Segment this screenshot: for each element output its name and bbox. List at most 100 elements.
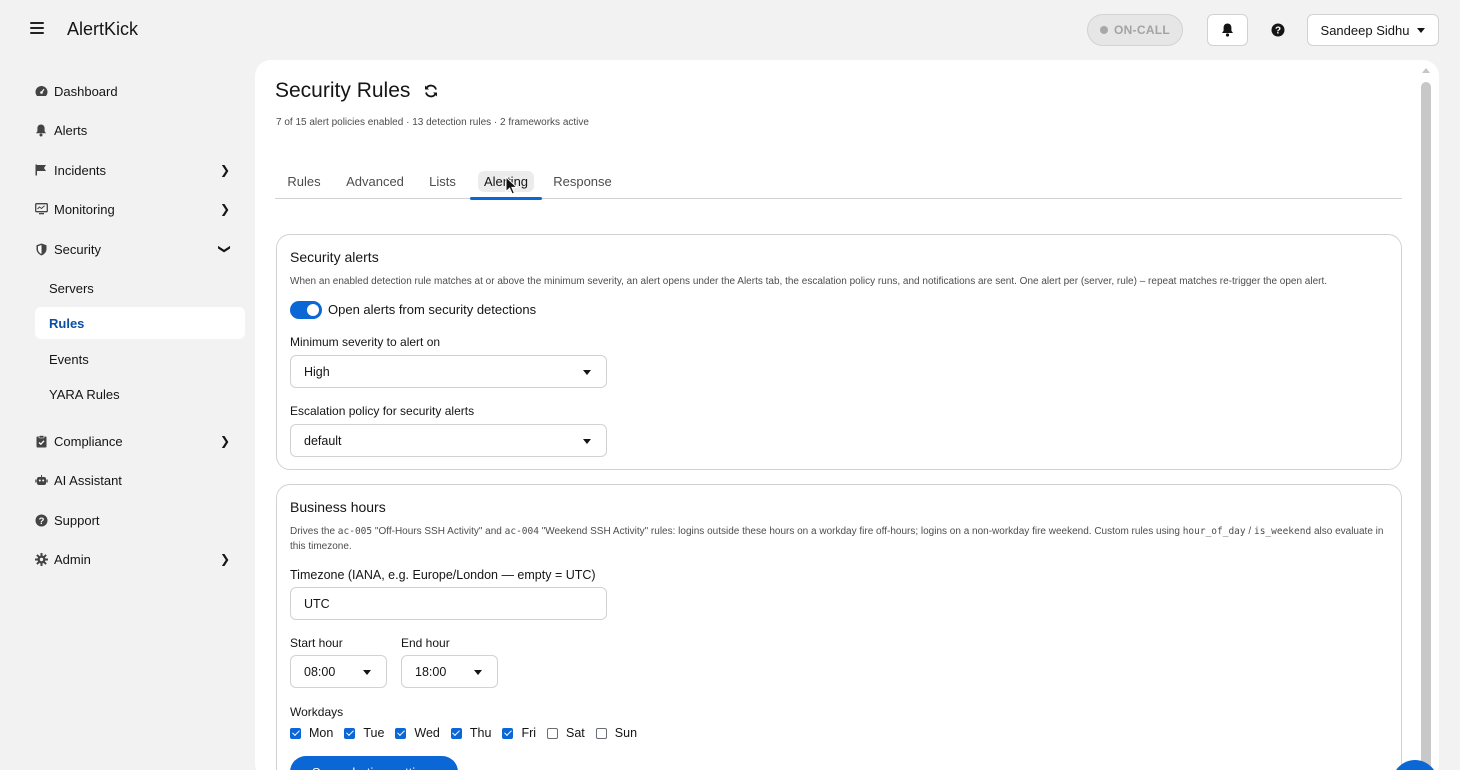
app-logo-text: AlertKick xyxy=(67,19,139,39)
help-icon: ? xyxy=(1271,23,1285,37)
sidebar-item-alerts[interactable]: Alerts xyxy=(34,114,244,146)
checkbox-checked-icon xyxy=(344,727,356,739)
svg-text:?: ? xyxy=(1275,26,1281,37)
sidebar-item-label: Admin xyxy=(54,551,91,567)
sidebar-item-label: AI Assistant xyxy=(54,472,122,488)
main-scrollbar[interactable] xyxy=(1421,68,1431,770)
sidebar-item-incidents[interactable]: Incidents ❯ xyxy=(34,154,244,186)
sidebar-item-label: Alerts xyxy=(54,122,88,138)
page-title-text: Security Rules xyxy=(275,79,411,102)
tab-response[interactable]: Response xyxy=(547,164,618,199)
severity-label: Minimum severity to alert on xyxy=(290,335,441,349)
card-description: When an enabled detection rule matches a… xyxy=(290,276,1328,287)
security-alerts-card: Security alerts When an enabled detectio… xyxy=(276,234,1402,470)
end-hour-label: End hour xyxy=(401,636,450,650)
workday-checkbox-tue[interactable]: Tue xyxy=(344,726,384,740)
refresh-icon[interactable] xyxy=(424,84,438,98)
start-hour-label: Start hour xyxy=(290,636,343,650)
escalation-select[interactable]: default xyxy=(290,424,607,457)
dashboard-icon xyxy=(34,84,48,98)
workday-checkbox-thu[interactable]: Thu xyxy=(450,726,492,740)
end-hour-select[interactable]: 18:00 xyxy=(401,655,498,688)
checkbox-label: Mon xyxy=(309,726,334,740)
sidebar-subitem-yara-rules[interactable]: YARA Rules xyxy=(35,378,245,410)
sidebar-subitem-events[interactable]: Events xyxy=(35,343,245,375)
help-button[interactable]: ? xyxy=(1264,14,1292,46)
menu-toggle-icon[interactable] xyxy=(30,20,44,36)
tab-label: Lists xyxy=(429,174,456,189)
chevron-right-icon: ❯ xyxy=(219,552,230,566)
severity-select[interactable]: High xyxy=(290,355,607,388)
start-hour-select[interactable]: 08:00 xyxy=(290,655,387,688)
workdays-label: Workdays xyxy=(290,705,344,719)
user-menu-button[interactable]: Sandeep Sidhu xyxy=(1307,14,1439,46)
oncall-label: ON-CALL xyxy=(1113,23,1171,37)
checkbox-checked-icon xyxy=(395,727,407,739)
business-hours-card: Business hours Drives the ac-005 "Off-Ho… xyxy=(276,484,1402,770)
select-value: 08:00 xyxy=(304,664,336,679)
tab-bar: Rules Advanced Lists Alerting Response xyxy=(275,164,1402,200)
gear-icon xyxy=(34,552,48,566)
checkbox-unchecked-icon xyxy=(595,727,607,739)
sidebar-subitem-servers[interactable]: Servers xyxy=(35,272,245,304)
workday-checkbox-sun[interactable]: Sun xyxy=(595,726,638,740)
svg-text:?: ? xyxy=(38,516,44,527)
user-name: Sandeep Sidhu xyxy=(1320,22,1410,38)
save-alerting-settings-button[interactable]: Save alerting settings xyxy=(290,756,458,770)
chevron-down-icon: ❯ xyxy=(217,243,232,255)
card-description: Drives the ac-005 "Off-Hours SSH Activit… xyxy=(290,526,1384,552)
checkbox-label: Sun xyxy=(614,726,638,740)
checkbox-checked-icon xyxy=(502,727,514,739)
workday-checkbox-wed[interactable]: Wed xyxy=(395,726,440,740)
checkbox-label: Sat xyxy=(566,726,585,740)
caret-down-icon xyxy=(1417,27,1426,33)
sidebar-item-admin[interactable]: Admin ❯ xyxy=(34,543,244,575)
checkbox-label: Thu xyxy=(469,726,492,740)
notifications-button[interactable] xyxy=(1207,14,1248,46)
caret-down-icon xyxy=(583,370,591,375)
scroll-up-arrow-icon[interactable] xyxy=(1422,68,1430,73)
caret-down-icon xyxy=(583,439,591,444)
workday-checkbox-sat[interactable]: Sat xyxy=(547,726,585,740)
sidebar-item-dashboard[interactable]: Dashboard xyxy=(34,75,244,107)
flag-icon xyxy=(34,163,48,177)
tab-label: Rules xyxy=(287,174,321,189)
select-value: 18:00 xyxy=(415,664,447,679)
select-value: default xyxy=(304,433,342,448)
sidebar-item-support[interactable]: ? Support xyxy=(34,504,244,536)
open-alerts-toggle[interactable] xyxy=(290,301,322,319)
bell-icon xyxy=(1222,23,1233,37)
select-value: High xyxy=(304,364,330,379)
timezone-input[interactable] xyxy=(290,587,607,620)
sidebar-item-label: Compliance xyxy=(54,433,123,449)
sidebar-item-ai-assistant[interactable]: AI Assistant xyxy=(34,464,244,496)
status-dot-icon xyxy=(1099,26,1108,34)
page-subtitle: 7 of 15 alert policies enabled · 13 dete… xyxy=(276,117,589,128)
sidebar-item-monitoring[interactable]: Monitoring ❯ xyxy=(34,193,244,225)
card-title: Business hours xyxy=(290,499,386,515)
bell-icon xyxy=(34,123,48,137)
tab-lists[interactable]: Lists xyxy=(418,164,467,199)
sidebar-item-label: Monitoring xyxy=(54,201,115,217)
sidebar-item-label: Support xyxy=(54,512,100,528)
tab-rules[interactable]: Rules xyxy=(275,164,333,199)
shield-icon xyxy=(34,242,48,256)
page-title: Security Rules xyxy=(275,79,438,103)
chevron-right-icon: ❯ xyxy=(219,163,230,177)
checkbox-checked-icon xyxy=(450,727,462,739)
sidebar-item-security[interactable]: Security ❯ xyxy=(34,233,244,265)
chevron-right-icon: ❯ xyxy=(219,434,230,448)
sidebar-item-label: Incidents xyxy=(54,162,107,178)
tab-advanced[interactable]: Advanced xyxy=(341,164,409,199)
checkbox-unchecked-icon xyxy=(547,727,559,739)
workdays-checkboxes: Mon Tue Wed Thu Fri Sat Sun xyxy=(290,726,648,740)
checkbox-label: Wed xyxy=(414,726,440,740)
oncall-toggle-button[interactable]: ON-CALL xyxy=(1087,14,1183,46)
workday-checkbox-fri[interactable]: Fri xyxy=(502,726,536,740)
sidebar-item-label: Dashboard xyxy=(54,83,118,99)
caret-down-icon xyxy=(474,670,482,675)
sidebar-item-compliance[interactable]: Compliance ❯ xyxy=(34,425,244,457)
workday-checkbox-mon[interactable]: Mon xyxy=(290,726,333,740)
scrollbar-thumb[interactable] xyxy=(1421,82,1431,770)
sidebar-subitem-rules[interactable]: Rules xyxy=(35,307,245,339)
